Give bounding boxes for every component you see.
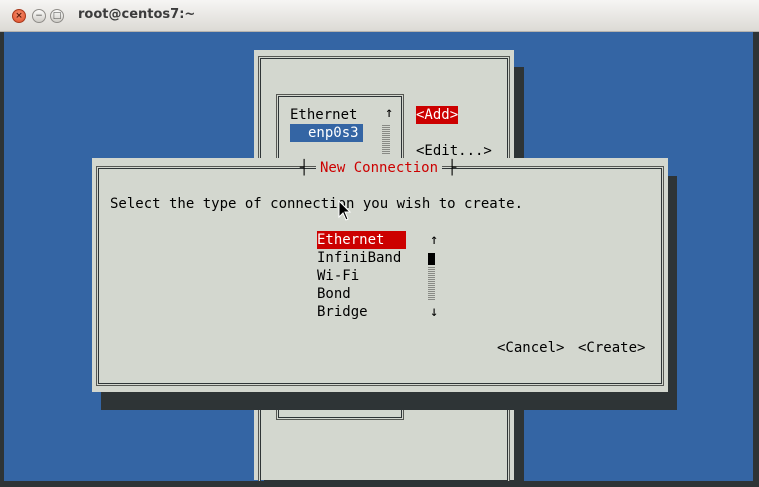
- option-bond[interactable]: Bond: [317, 285, 351, 303]
- list-scroll-up-icon[interactable]: ↑: [385, 104, 393, 122]
- mouse-cursor-icon: [338, 200, 352, 221]
- options-scroll-up-icon[interactable]: ↑: [430, 231, 438, 249]
- option-wifi[interactable]: Wi-Fi: [317, 267, 359, 285]
- terminal-screen[interactable]: Ethernet ↑ enp0s3 <Add> <Edit...> ┤ New …: [4, 32, 753, 481]
- list-header-ethernet: Ethernet: [290, 107, 358, 123]
- window-title: root@centos7:~: [78, 7, 196, 22]
- cancel-button[interactable]: <Cancel>: [497, 339, 564, 357]
- dialog-title-right-decor: ├: [448, 160, 457, 176]
- add-button[interactable]: <Add>: [416, 106, 459, 124]
- dialog-title: New Connection: [316, 159, 443, 177]
- dialog-prompt: Select the type of connection you wish t…: [110, 196, 524, 212]
- option-bridge[interactable]: Bridge: [317, 303, 368, 321]
- option-infiniband[interactable]: InfiniBand: [317, 249, 401, 267]
- options-scrollbar[interactable]: [428, 266, 435, 300]
- maximize-icon[interactable]: □: [50, 9, 64, 23]
- terminal-window: × − □ root@centos7:~ Ethernet ↑ enp0s3 <…: [0, 0, 759, 487]
- connection-item-enp0s3[interactable]: enp0s3: [290, 124, 363, 142]
- option-ethernet[interactable]: Ethernet: [317, 231, 406, 249]
- dialog-title-left-decor: ┤: [300, 160, 309, 176]
- options-scroll-down-icon[interactable]: ↓: [430, 303, 438, 321]
- close-icon[interactable]: ×: [12, 9, 26, 23]
- title-bar[interactable]: × − □ root@centos7:~: [0, 0, 759, 32]
- create-button[interactable]: <Create>: [578, 339, 645, 357]
- list-scrollbar[interactable]: [382, 124, 390, 154]
- new-connection-dialog: ┤ New Connection ├ Select the type of co…: [92, 158, 668, 392]
- options-scroll-thumb[interactable]: [428, 253, 435, 265]
- minimize-icon[interactable]: −: [32, 9, 46, 23]
